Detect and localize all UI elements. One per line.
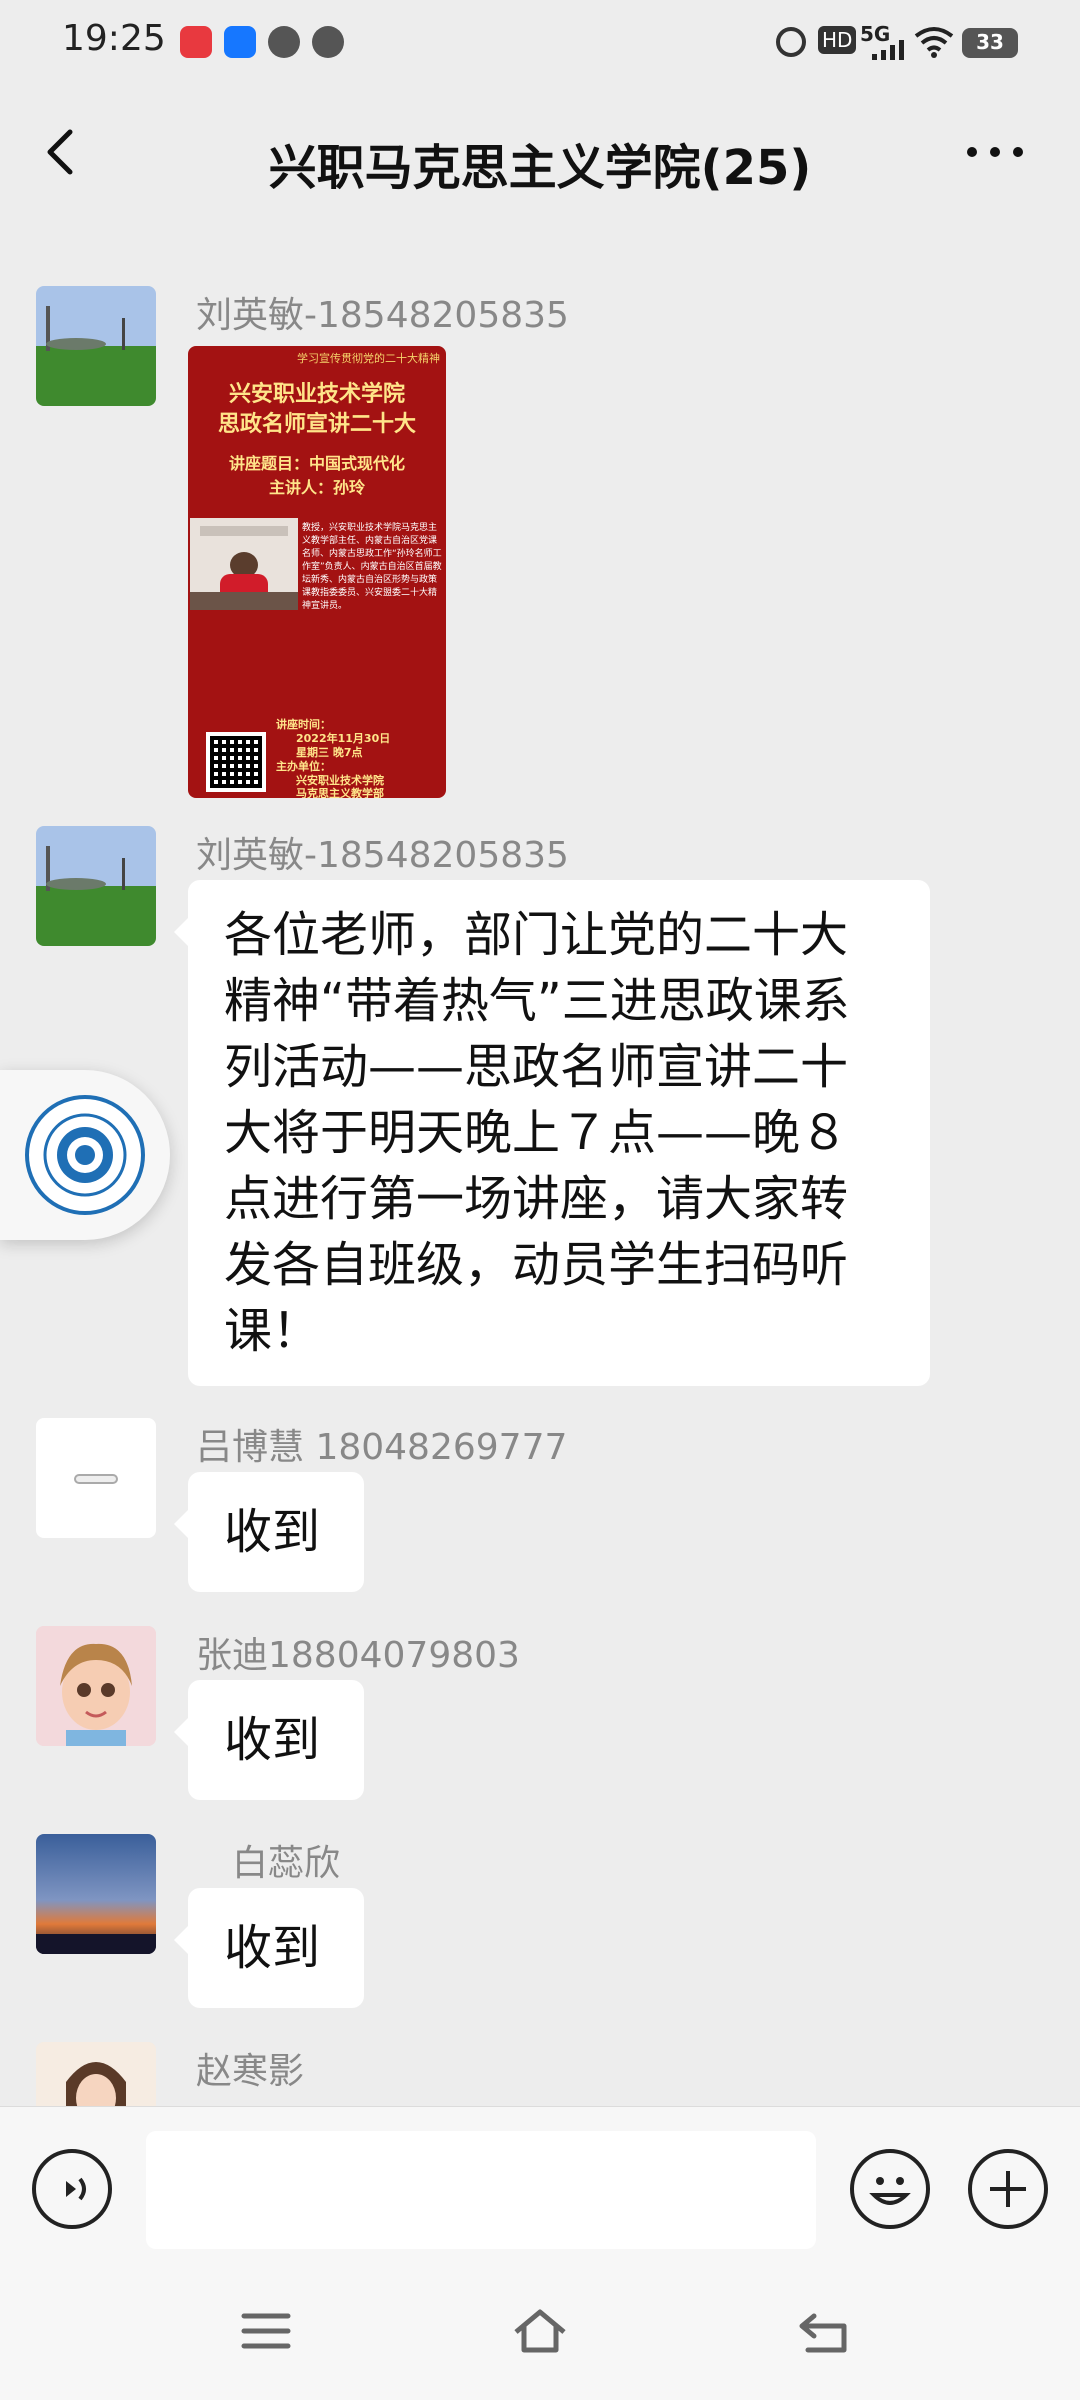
sender-name: 吕博慧 18048269777 (196, 1427, 568, 1468)
compass-icon (268, 26, 300, 58)
chat-header: 兴职马克思主义学院(25) (0, 86, 1080, 226)
emoji-icon[interactable] (850, 2149, 930, 2229)
battery-icon: 33 (962, 28, 1018, 58)
alipay-icon (224, 26, 256, 58)
more-icon[interactable] (960, 122, 1030, 182)
message-item: 吕博慧 18048269777 收到 (0, 1418, 1080, 1608)
battery-level: 33 (976, 30, 1004, 54)
home-icon[interactable] (510, 2306, 570, 2356)
sender-name: 刘英敏-18548205835 (196, 835, 569, 876)
sender-name: 张迪18804079803 (196, 1635, 520, 1676)
poster-org2: 马克思主义教学部 (296, 787, 384, 798)
avatar[interactable] (36, 1418, 156, 1538)
message-item: 刘英敏-18548205835 各位老师，部门让党的二十大精神“带着热气”三进思… (0, 826, 1080, 1406)
app-notification-icon (180, 26, 212, 58)
message-bubble[interactable]: 收到 (174, 1680, 364, 1800)
avatar[interactable] (36, 2042, 156, 2106)
message-item: 白蕊欣 收到 (0, 1834, 1080, 2024)
alarm-icon (776, 27, 806, 57)
message-item: 张迪18804079803 收到 (0, 1626, 1080, 1816)
signal-icon (872, 40, 904, 60)
message-item: 赵寒影 (0, 2042, 1080, 2106)
poster-topic: 讲座题目：中国式现代化 (228, 454, 405, 473)
poster-line2: 思政名师宣讲二十大 (217, 412, 416, 437)
avatar[interactable] (36, 286, 156, 406)
message-bubble[interactable]: 收到 (174, 1888, 364, 2008)
menu-icon[interactable] (240, 2310, 292, 2352)
video-app-icon (312, 26, 344, 58)
poster-image[interactable]: 学习宣传贯彻党的二十大精神 兴安职业技术学院 思政名师宣讲二十大 讲座题目：中国… (188, 346, 446, 798)
back-nav-icon[interactable] (796, 2310, 852, 2356)
sender-name: 赵寒影 (196, 2051, 305, 2092)
poster-photo (190, 518, 298, 610)
floating-logo-button[interactable] (0, 1070, 170, 1240)
status-bar: 19:25 HD 5G 33 (0, 0, 1080, 86)
poster-speaker: 主讲人：孙玲 (268, 478, 365, 497)
qr-code (206, 732, 266, 792)
hd-badge: HD (818, 26, 857, 54)
message-item: 刘英敏-18548205835 学习宣传贯彻党的二十大精神 兴安职业技术学院 思… (0, 286, 1080, 806)
add-icon[interactable] (968, 2149, 1048, 2229)
avatar[interactable] (36, 1834, 156, 1954)
message-input[interactable] (146, 2131, 816, 2249)
avatar[interactable] (36, 1626, 156, 1746)
poster-top-text: 学习宣传贯彻党的二十大精神 (297, 352, 440, 365)
sender-name: 白蕊欣 (232, 1843, 341, 1884)
voice-icon[interactable] (32, 2149, 112, 2229)
poster-bio: 教授，兴安职业技术学院马克思主义教学部主任、内蒙古自治区党课名师、内蒙古思政工作… (302, 523, 442, 611)
status-time: 19:25 (62, 18, 166, 59)
message-bubble[interactable]: 各位老师，部门让党的二十大精神“带着热气”三进思政课系列活动——思政名师宣讲二十… (174, 880, 930, 1386)
college-logo-icon (25, 1095, 145, 1215)
input-bar (0, 2106, 1080, 2266)
avatar[interactable] (36, 826, 156, 946)
system-nav-bar (0, 2266, 1080, 2400)
sender-name: 刘英敏-18548205835 (196, 295, 569, 336)
poster-line1: 兴安职业技术学院 (228, 382, 405, 407)
chat-title: 兴职马克思主义学院(25) (268, 140, 812, 196)
message-bubble[interactable]: 收到 (174, 1472, 364, 1592)
wifi-icon (914, 27, 954, 58)
